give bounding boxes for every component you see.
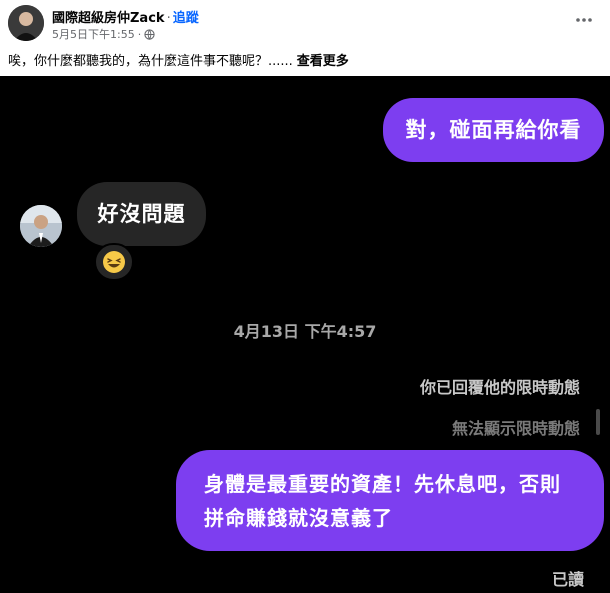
contact-avatar <box>20 205 62 247</box>
story-reply-bar <box>596 409 600 435</box>
contact-avatar-image <box>20 205 62 247</box>
globe-icon[interactable] <box>144 28 155 40</box>
follow-button[interactable]: 追蹤 <box>173 11 199 26</box>
name-separator: · <box>166 11 171 26</box>
read-receipt: 已讀 <box>551 570 584 589</box>
post-timestamp[interactable]: 5月5日下午1:55 <box>52 26 135 42</box>
sent-message-bubble-long: 身體是最重要的資產！先休息吧，否則 拼命賺錢就沒意義了 <box>176 450 604 551</box>
post-body: 唉，你什麼都聽我的，為什麼這件事不聽呢？...... <box>8 54 293 69</box>
laughing-face-icon <box>103 251 125 273</box>
post-meta: 5月5日下午1:55 · <box>52 26 155 42</box>
message-line-2: 拼命賺錢就沒意義了 <box>204 506 393 530</box>
post-author-line: 國際超級房仲Zack · 追蹤 <box>52 7 199 26</box>
sent-message-bubble: 對，碰面再給你看 <box>383 98 604 162</box>
chat-screenshot: 對，碰面再給你看 好沒問題 4月13日 下午4:57 你已回覆他的限時動態 無法… <box>0 76 610 593</box>
post-text: 唉，你什麼都聽我的，為什麼這件事不聽呢？...... 查看更多 <box>8 50 349 69</box>
story-unavailable-note: 無法顯示限時動態 <box>451 419 580 438</box>
date-divider: 4月13日 下午4:57 <box>233 322 377 341</box>
received-message-bubble: 好沒問題 <box>77 182 206 246</box>
reaction-badge <box>94 243 134 281</box>
author-avatar[interactable] <box>8 5 44 41</box>
story-reply-note: 你已回覆他的限時動態 <box>419 378 580 397</box>
author-name[interactable]: 國際超級房仲Zack <box>52 11 165 26</box>
meta-separator: · <box>137 27 142 41</box>
post-header: 國際超級房仲Zack · 追蹤 5月5日下午1:55 · 唉，你什麼都聽我的，為什麼… <box>0 0 610 76</box>
author-avatar-image <box>8 5 44 41</box>
see-more-link[interactable]: 查看更多 <box>297 54 349 69</box>
more-horizontal-icon[interactable] <box>574 12 594 28</box>
message-line-1: 身體是最重要的資產！先休息吧，否則 <box>204 472 561 496</box>
